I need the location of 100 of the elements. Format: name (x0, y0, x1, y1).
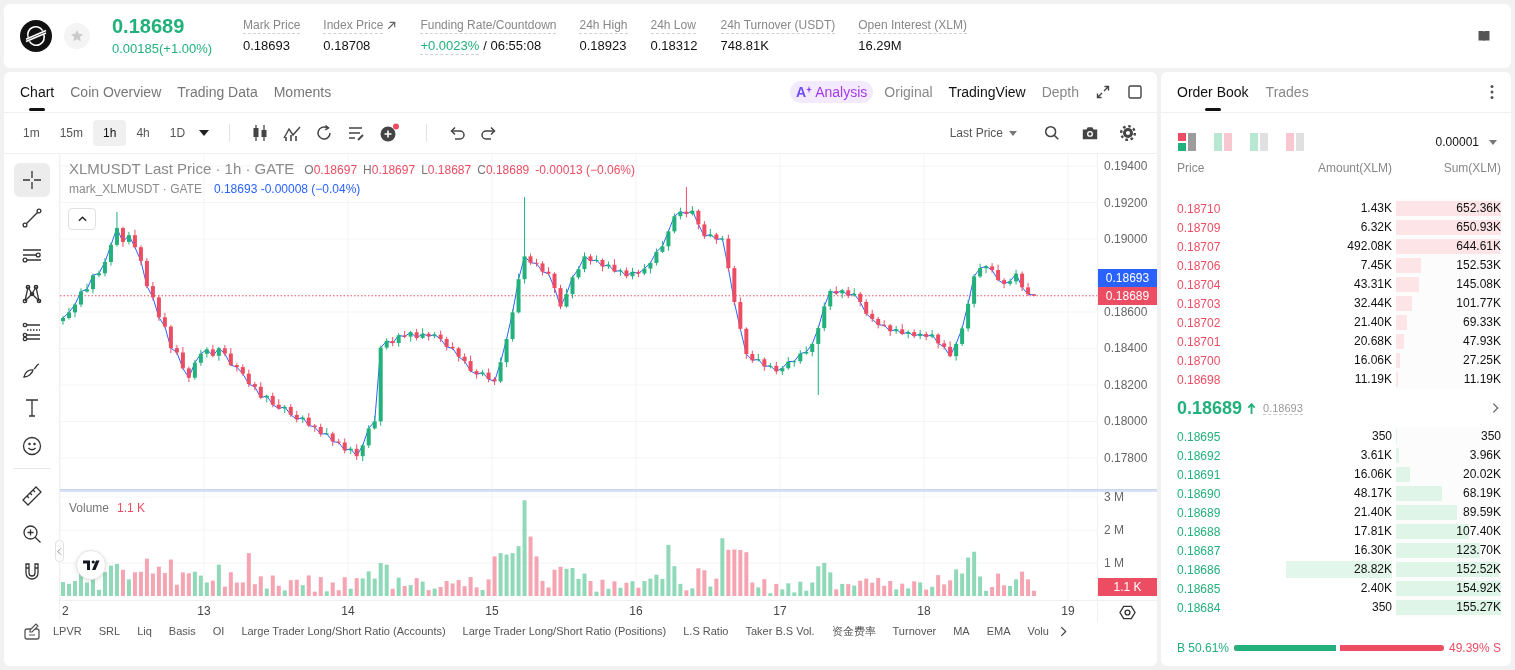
settings-icon[interactable] (1119, 124, 1137, 142)
indicator-item[interactable]: Large Trader Long/Short Ratio (Accounts) (241, 625, 446, 637)
mark-price: 0.18693 (1263, 401, 1303, 415)
more-icon[interactable] (1490, 84, 1494, 100)
stat-label: 24h Low (650, 17, 696, 34)
view-tab[interactable]: Original (884, 84, 933, 100)
drawing-tool-button[interactable] (13, 163, 50, 197)
price-badge: 0.18693 (1098, 268, 1157, 287)
search-icon[interactable] (1043, 124, 1061, 142)
bid-price: 0.18692 (1177, 448, 1222, 463)
candlestick (150, 281, 155, 302)
indicator-item[interactable]: Large Trader Long/Short Ratio (Positions) (462, 625, 667, 637)
candlestick (174, 344, 179, 356)
sum-value: 152.52K (1455, 561, 1501, 578)
interval-button[interactable]: 4h (126, 120, 160, 146)
sum-value: 107.40K (1455, 523, 1501, 540)
expand-icon[interactable] (1095, 84, 1111, 100)
candlestick (1002, 277, 1007, 289)
indicator-item[interactable]: MA (953, 625, 970, 637)
price-axis-label: 0.18400 (1104, 340, 1148, 357)
hexagon-settings-icon[interactable] (1119, 603, 1136, 621)
ask-price: 0.18706 (1177, 258, 1222, 273)
price-axis-label: 0.19400 (1104, 158, 1148, 175)
indicator-item[interactable]: 资金费率 (831, 623, 876, 639)
interval-button[interactable]: 1D (159, 120, 196, 146)
candlestick (666, 229, 671, 252)
indicator-item[interactable]: Basis (168, 625, 196, 637)
amount-value: 17.81K (1352, 523, 1392, 540)
ask-price: 0.18701 (1177, 334, 1222, 349)
chart-tab[interactable]: Trading Data (177, 72, 258, 112)
candlestick (78, 287, 83, 308)
indicator-item[interactable]: Liq (137, 625, 152, 637)
candlestick (570, 275, 575, 300)
candlestick (582, 251, 587, 273)
bid-price: 0.18686 (1177, 562, 1222, 577)
indicator-item[interactable]: Volu (1027, 625, 1049, 637)
indicator-item[interactable]: SRL (98, 625, 121, 637)
view-tab[interactable]: Depth (1041, 84, 1079, 100)
order-book-tab[interactable]: Trades (1265, 72, 1309, 112)
chart-tab[interactable]: Chart (20, 72, 55, 112)
amount-value: 7.45K (1359, 257, 1392, 274)
interval-button[interactable]: 15m (49, 120, 93, 146)
sum-value: 350 (1479, 428, 1501, 445)
chart-tab[interactable]: Coin Overview (70, 72, 162, 112)
sum-value: 68.19K (1461, 485, 1501, 502)
sum-value: 47.93K (1461, 333, 1501, 350)
price-source-button[interactable]: Last Price (949, 126, 1017, 140)
indicator-item[interactable]: LPVR (53, 625, 82, 637)
book-icon[interactable] (1477, 29, 1491, 43)
volume-axis-label: 3 M (1104, 489, 1124, 505)
plus-circle-icon[interactable] (378, 123, 401, 143)
precision-select[interactable]: 0.00001 (1435, 135, 1501, 149)
sum-value: 11.19K (1462, 371, 1501, 388)
indicator-item[interactable]: OI (212, 625, 225, 637)
candlestick (1020, 271, 1025, 292)
price-axis-label: 0.18000 (1104, 413, 1148, 430)
caret-down-icon[interactable] (199, 130, 210, 136)
camera-icon[interactable] (1081, 124, 1099, 142)
amount-value: 11.19K (1353, 371, 1392, 388)
volume-axis-label: 2 M (1104, 522, 1124, 538)
amount-value: 3.61K (1359, 447, 1392, 464)
caret-down-icon (1489, 139, 1497, 145)
square-icon[interactable] (1127, 84, 1143, 100)
interval-button[interactable]: 1m (13, 120, 50, 146)
funding-countdown: / 06:55:08 (483, 38, 542, 54)
bid-price: 0.18688 (1177, 524, 1222, 539)
chevron-up-icon (77, 216, 87, 222)
candlestick (228, 347, 233, 367)
time-axis-label: 16 (629, 604, 643, 618)
amount-value: 16.06K (1352, 352, 1392, 369)
chart-tab[interactable]: Moments (273, 72, 332, 112)
candlestick (204, 346, 209, 358)
chevron-right-icon[interactable] (1492, 402, 1499, 414)
candlestick (66, 307, 71, 321)
candlestick (522, 196, 527, 285)
indicator-item[interactable]: Taker B.S Vol. (745, 625, 815, 637)
candlestick (954, 341, 959, 362)
indicator-item[interactable]: L.S Ratio (683, 625, 729, 637)
collapse-legend-button[interactable] (68, 208, 96, 230)
interval-button[interactable]: 1h (93, 120, 127, 146)
amount-value: 32.44K (1352, 295, 1392, 312)
ai-analysis-button[interactable]: A Analysis (790, 81, 874, 103)
volume-label: Volume (69, 501, 110, 515)
order-book-tab[interactable]: Order Book (1177, 72, 1249, 112)
pencil-box-icon[interactable] (22, 621, 42, 641)
candlestick (816, 324, 821, 396)
indicator-item[interactable]: EMA (986, 625, 1011, 637)
candlestick (990, 262, 995, 274)
view-tab[interactable]: TradingView (948, 84, 1026, 100)
chevron-right-icon[interactable] (1059, 625, 1067, 637)
indicator-item[interactable]: Turnover (892, 625, 937, 637)
volume-axis-label: 1 M (1104, 555, 1124, 571)
arrow-up-right-icon[interactable] (386, 20, 398, 31)
sum-value: 155.27K (1455, 599, 1501, 616)
volume-value: 1.1 K (117, 501, 146, 515)
order-layout-icon[interactable] (1178, 133, 1196, 151)
chart-logo-icon[interactable] (76, 550, 106, 580)
candlestick (61, 315, 65, 326)
ohlc-value: C0.18689 (477, 163, 530, 177)
time-axis-label: 18 (917, 604, 931, 618)
